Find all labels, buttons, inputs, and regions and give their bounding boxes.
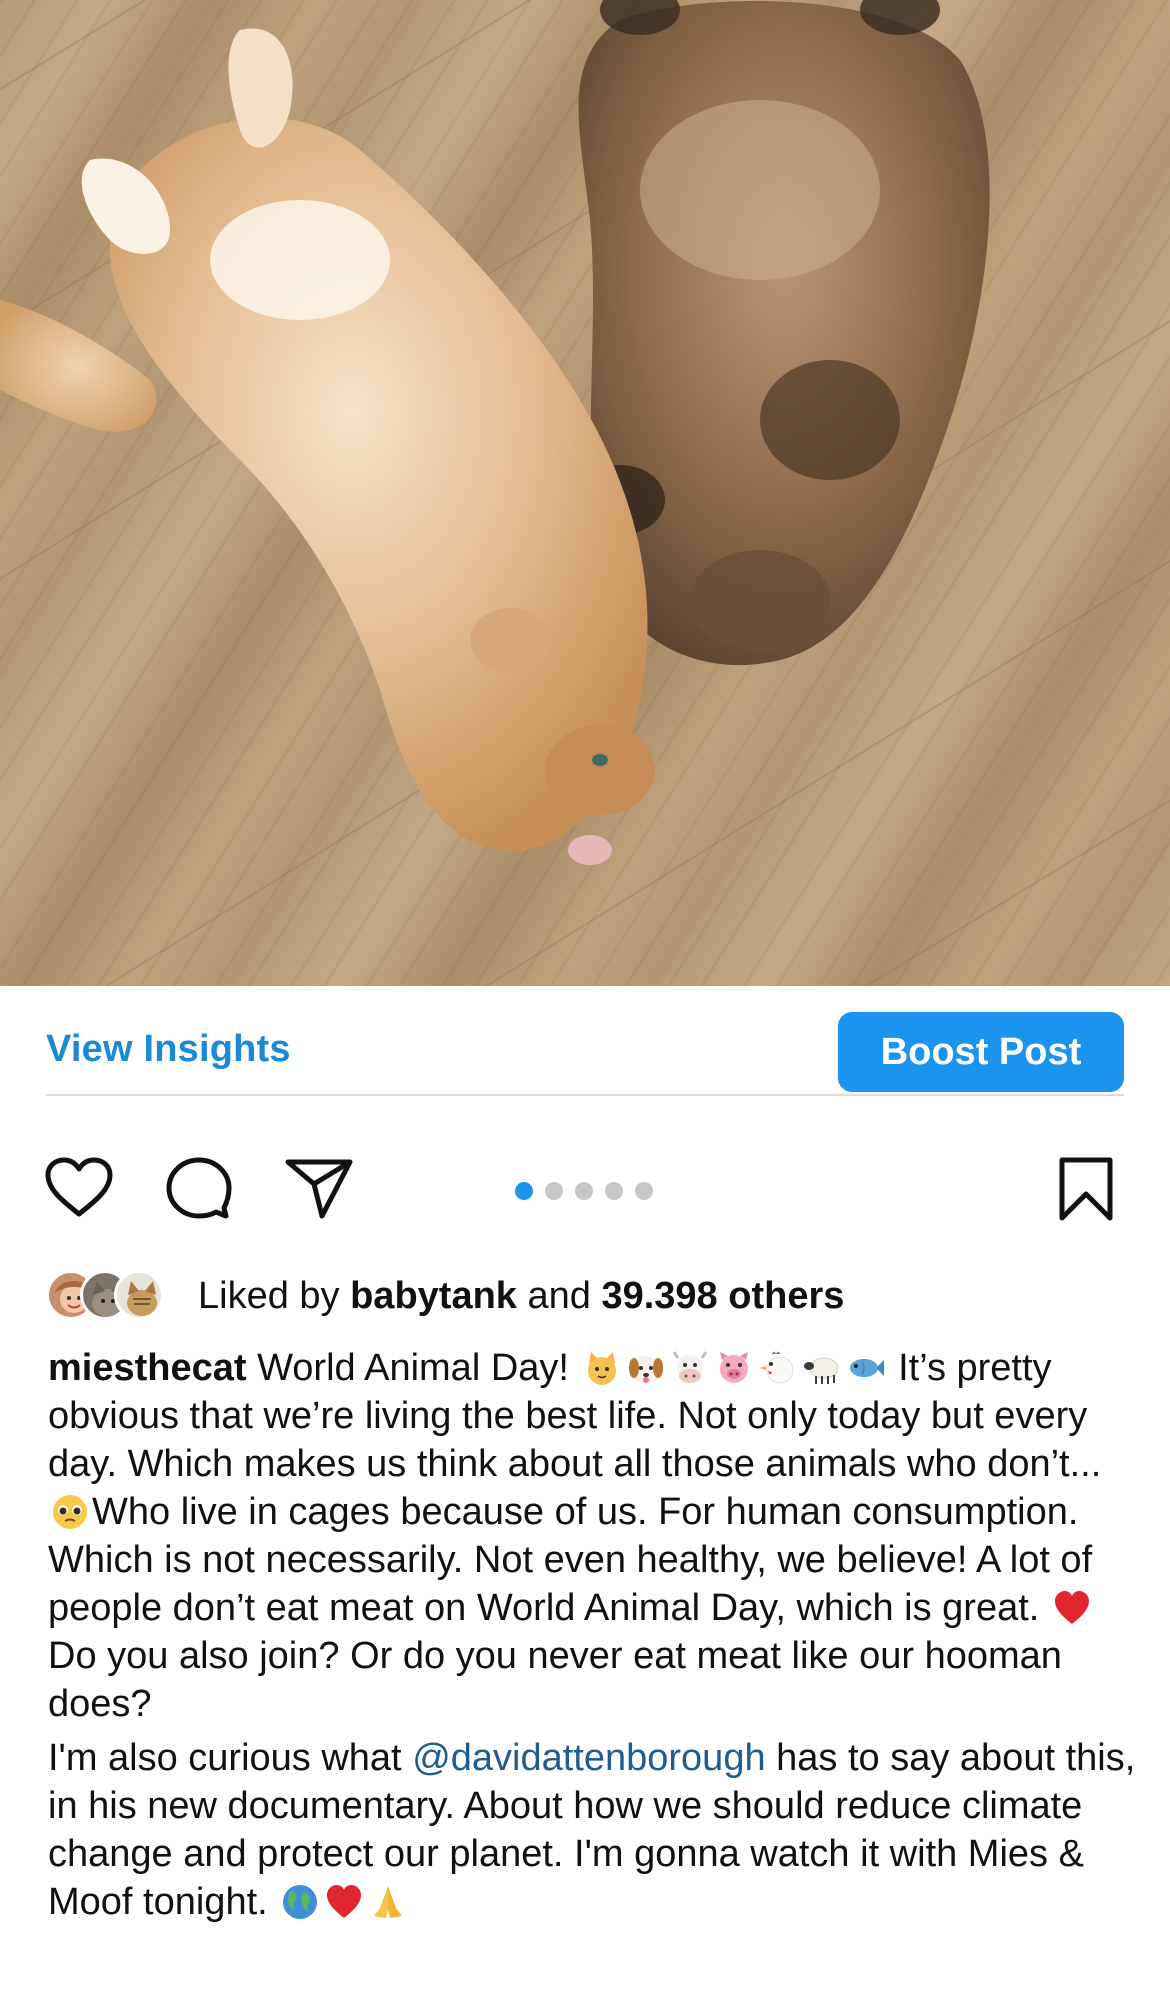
carousel-dot bbox=[545, 1182, 563, 1200]
view-insights-link[interactable]: View Insights bbox=[46, 1028, 291, 1071]
cow-face-icon bbox=[672, 1351, 707, 1383]
bookmark-icon[interactable] bbox=[1056, 1156, 1116, 1222]
avatar bbox=[114, 1270, 164, 1320]
carousel-dot bbox=[635, 1182, 653, 1200]
globe-icon bbox=[283, 1885, 318, 1919]
caption-paragraph-2: I'm also curious what @davidattenborough… bbox=[48, 1734, 1138, 1926]
post-caption: miesthecat World Animal Day! It’s pretty… bbox=[48, 1344, 1138, 1926]
mention-link[interactable]: @davidattenborough bbox=[412, 1737, 765, 1779]
likes-prefix: Liked by bbox=[198, 1274, 351, 1317]
sheep-icon bbox=[803, 1357, 839, 1384]
carousel-dot-active bbox=[515, 1182, 533, 1200]
comment-icon[interactable] bbox=[164, 1156, 234, 1220]
post-photo[interactable] bbox=[0, 0, 1170, 986]
pleading-face-icon bbox=[53, 1495, 87, 1529]
fish-icon bbox=[849, 1359, 884, 1377]
boost-post-button[interactable]: Boost Post bbox=[838, 1012, 1124, 1092]
cat-face-icon bbox=[587, 1352, 616, 1385]
caption-text: Do you also join? Or do you never eat me… bbox=[48, 1635, 1062, 1725]
caption-text: I'm also curious what bbox=[48, 1737, 413, 1779]
carousel-indicator[interactable] bbox=[515, 1182, 653, 1200]
caption-paragraph-1: miesthecat World Animal Day! It’s pretty… bbox=[48, 1344, 1138, 1728]
dog-face-icon bbox=[628, 1356, 663, 1384]
post-action-bar bbox=[0, 1150, 1170, 1230]
likes-row[interactable]: Liked by babytank and 39.398 others bbox=[46, 1268, 844, 1324]
liker-avatars[interactable] bbox=[46, 1270, 186, 1322]
photo-cats-illustration bbox=[0, 0, 1170, 986]
caption-username[interactable]: miesthecat bbox=[48, 1347, 247, 1389]
likes-count[interactable]: 39.398 others bbox=[601, 1275, 844, 1317]
chicken-icon bbox=[759, 1352, 794, 1384]
insights-row: View Insights Boost Post bbox=[46, 1012, 1124, 1096]
carousel-dot bbox=[575, 1182, 593, 1200]
heart-icon[interactable] bbox=[44, 1156, 114, 1220]
likes-summary: Liked by babytank and 39.398 others bbox=[198, 1275, 844, 1318]
likes-middle: and bbox=[516, 1274, 602, 1317]
pig-face-icon bbox=[719, 1352, 748, 1383]
caption-text: World Animal Day! bbox=[246, 1347, 580, 1389]
carousel-dot bbox=[605, 1182, 623, 1200]
red-heart-icon bbox=[1054, 1591, 1089, 1624]
caption-text: Who live in cages because of us. For hum… bbox=[48, 1491, 1093, 1629]
share-icon[interactable] bbox=[284, 1156, 354, 1220]
ginger-cat bbox=[0, 28, 655, 865]
red-heart-icon bbox=[327, 1885, 362, 1918]
liker-username[interactable]: babytank bbox=[350, 1275, 517, 1317]
folded-hands-icon bbox=[374, 1886, 403, 1918]
